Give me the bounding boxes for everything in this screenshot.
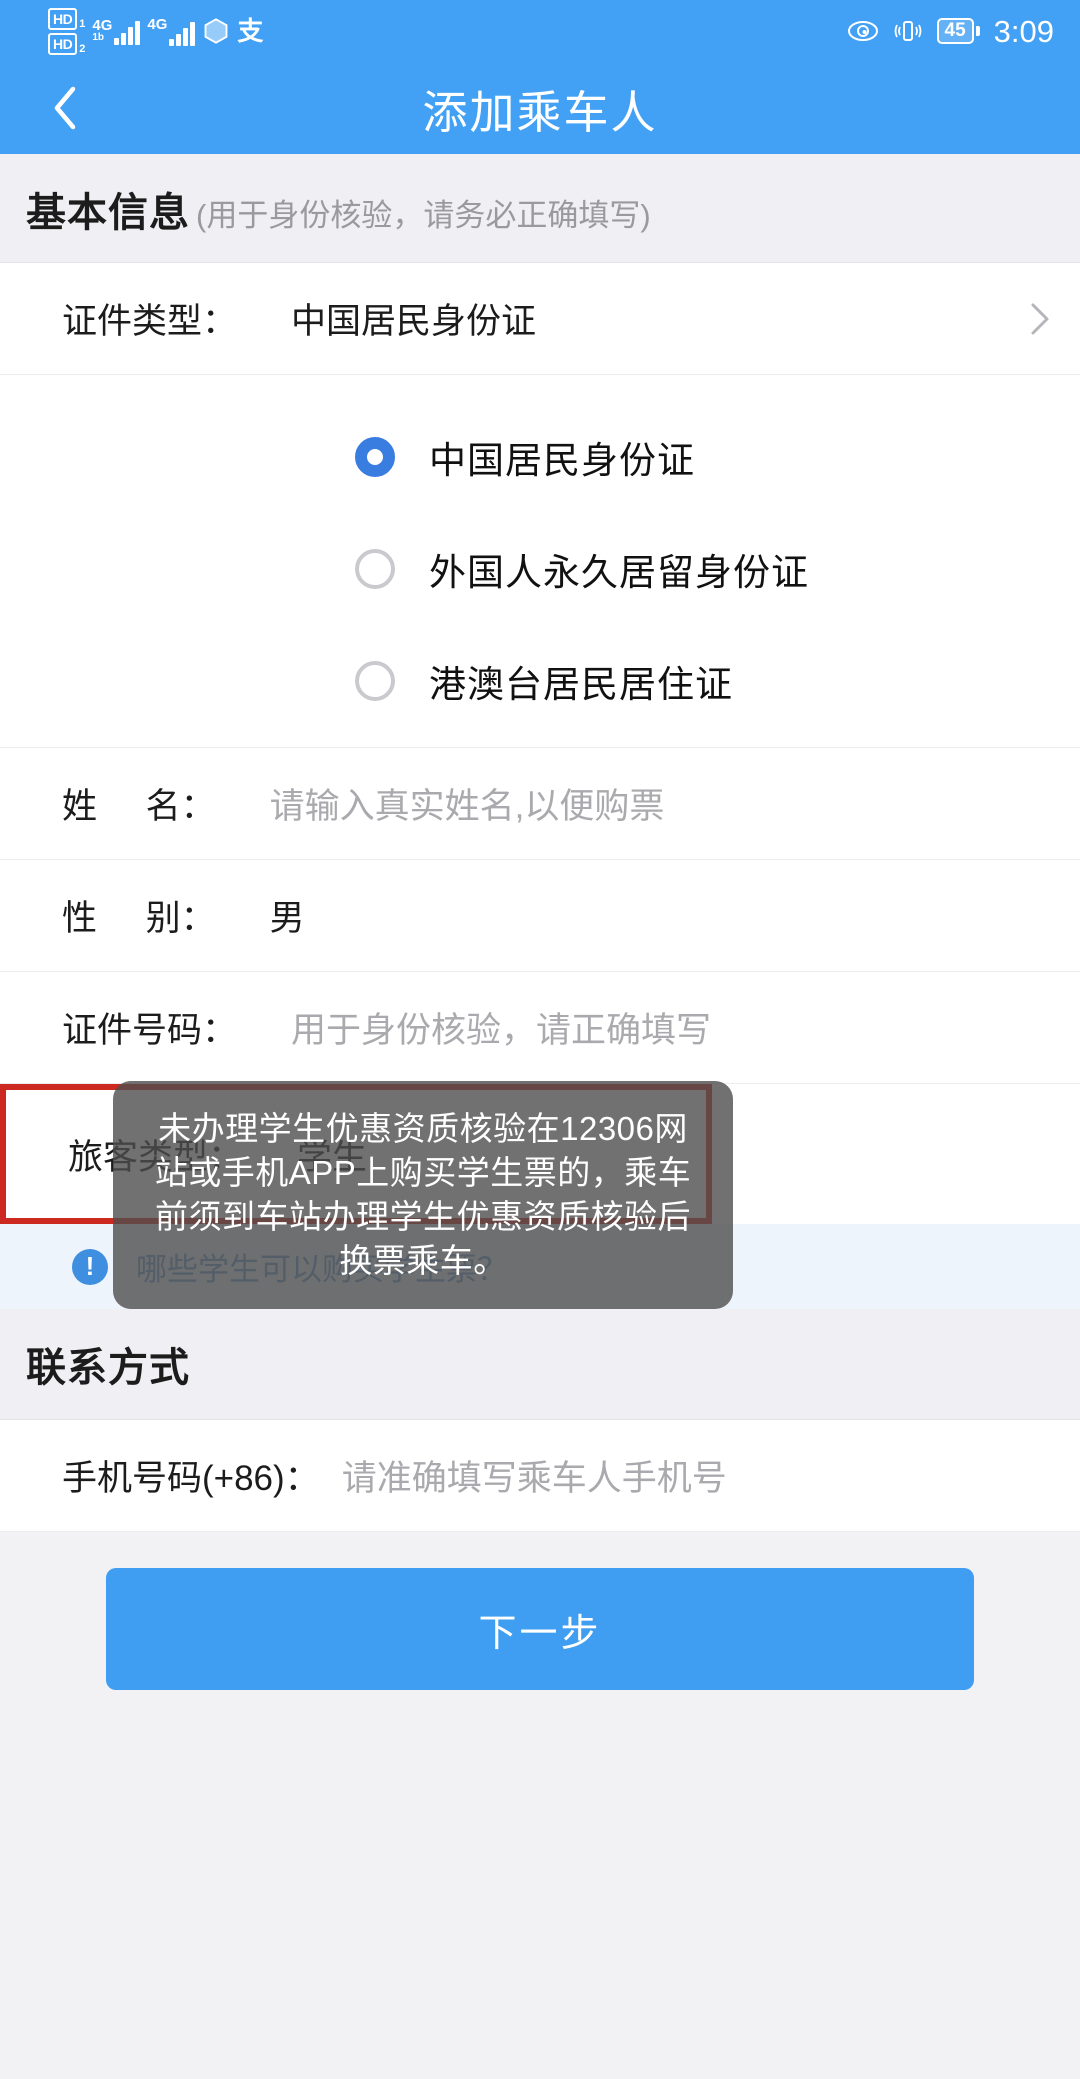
id-number-input[interactable]: 用于身份核验，请正确填写 [291,1002,711,1053]
hd2-label: HD [48,32,78,55]
id-type-options: 中国居民身份证 外国人永久居留身份证 港澳台居民居住证 [0,375,1080,748]
id-number-row[interactable]: 证件号码： 用于身份核验，请正确填写 [0,972,1080,1084]
basic-info-title: 基本信息 [26,191,190,235]
id-type-row[interactable]: 证件类型： 中国居民身份证 [0,263,1080,375]
chevron-right-icon [1031,303,1049,334]
basic-info-section-header: 基本信息 (用于身份核验，请务必正确填写) [0,154,1080,263]
radio-unchecked-icon[interactable] [355,549,395,589]
hd2-icon: HD 2 [48,32,86,55]
radio-unchecked-icon[interactable] [355,661,395,701]
id-type-option-resident[interactable]: 中国居民身份证 [0,401,1080,513]
page-title: 添加乘车人 [422,86,658,138]
sim1-network-label: 4G [92,16,113,34]
sim2-network-label: 4G [147,15,168,33]
id-type-option-foreign-permanent[interactable]: 外国人永久居留身份证 [0,513,1080,625]
gender-label: 性 别： [62,899,216,938]
signal-sim1: 4G 1b [92,16,141,45]
basic-info-card: 证件类型： 中国居民身份证 中国居民身份证 外国人永久居留身份证 港澳台居民居住… [0,263,1080,1224]
name-row[interactable]: 姓 名： 请输入真实姓名,以便购票 [0,748,1080,860]
id-number-label: 证件号码： [62,1011,238,1050]
phone-label: 手机号码(+86)： [62,1459,320,1498]
phone-row[interactable]: 手机号码(+86)： 请准确填写乘车人手机号 [0,1420,1080,1532]
signal-sim2: 4G [147,15,196,46]
battery-icon: 45 [936,17,980,45]
contact-section-header: 联系方式 [0,1309,1080,1420]
gender-value: 男 [269,899,305,938]
basic-info-hint: (用于身份核验，请务必正确填写) [196,198,651,233]
status-bar-left: HD 1 HD 2 4G 1b 4G 支 [48,7,264,55]
toast-message: 未办理学生优惠资质核验在12306网站或手机APP上购买学生票的，乘车前须到车站… [113,1081,733,1309]
hd1-label: HD [48,7,78,30]
chevron-left-icon [54,86,76,130]
id-type-option-label: 港澳台居民居住证 [429,664,733,705]
hexagon-icon [204,18,228,44]
gender-row[interactable]: 性 别： 男 [0,860,1080,972]
radio-checked-icon[interactable] [355,437,395,477]
eye-icon [847,21,878,41]
info-icon: ! [72,1248,108,1285]
app-bar: 添加乘车人 [0,62,1080,154]
id-type-value: 中国居民身份证 [291,302,537,341]
next-step-button[interactable]: 下一步 [106,1568,974,1690]
vibrate-icon [894,21,921,41]
alipay-icon: 支 [237,16,264,46]
contact-section-title: 联系方式 [26,1346,190,1390]
id-type-option-label: 外国人永久居留身份证 [429,552,809,593]
contact-card: 手机号码(+86)： 请准确填写乘车人手机号 [0,1420,1080,1532]
id-type-label: 证件类型： [62,302,238,341]
signal-bars-icon [169,20,196,46]
hd2-sub: 2 [79,42,86,55]
footer: 下一步 [0,1532,1080,1690]
name-input[interactable]: 请输入真实姓名,以便购票 [270,778,665,829]
phone-input[interactable]: 请准确填写乘车人手机号 [342,1450,727,1501]
name-label: 姓 名： [62,787,216,826]
battery-percent: 45 [936,17,974,45]
clock: 3:09 [993,13,1054,49]
hd1-icon: HD 1 [48,7,86,30]
hd-indicators: HD 1 HD 2 [48,7,86,55]
status-bar-right: 45 3:09 [847,16,1054,47]
battery-tip [975,25,980,36]
status-bar: HD 1 HD 2 4G 1b 4G 支 45 3:09 [0,0,1080,62]
hd1-sub: 1 [79,17,86,30]
app-screen: HD 1 HD 2 4G 1b 4G 支 45 3:09 添加乘车人 基本信息 … [0,0,1080,2079]
id-type-option-hmt-residence[interactable]: 港澳台居民居住证 [0,625,1080,737]
signal-bars-icon [114,19,141,45]
sim1-data-activity: 1b [92,31,105,43]
id-type-option-label: 中国居民身份证 [429,440,695,481]
back-button[interactable] [30,62,100,154]
